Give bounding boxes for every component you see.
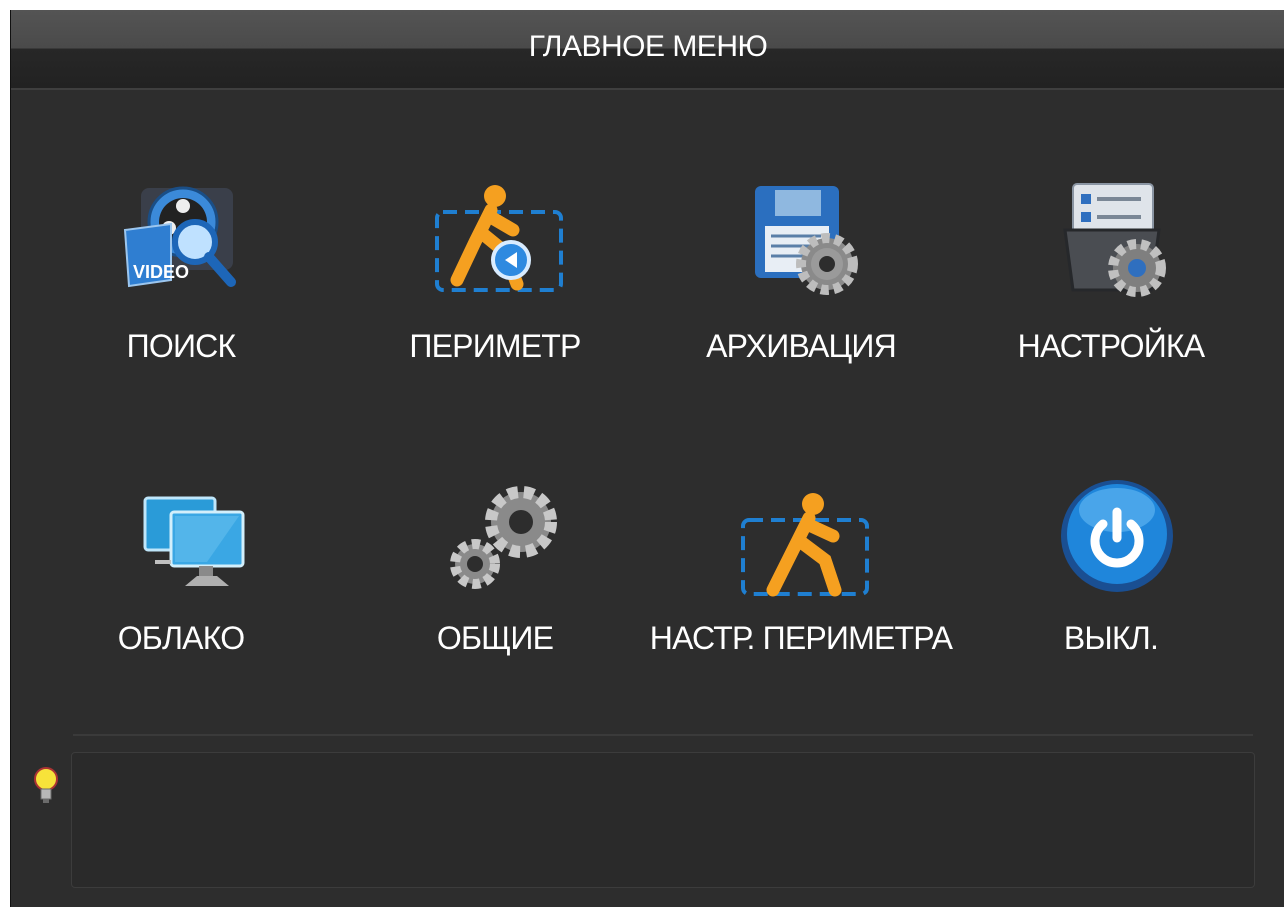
menu-item-settings[interactable]: НАСТРОЙКА [981, 180, 1241, 380]
main-menu-window: ГЛАВНОЕ МЕНЮ VIDEO ПОИСК ПЕРИМЕТР АРХИВА… [10, 10, 1284, 907]
menu-item-cloud[interactable]: ОБЛАКО [51, 472, 311, 672]
title-bar: ГЛАВНОЕ МЕНЮ [11, 10, 1284, 90]
video-search-icon: VIDEO [123, 186, 236, 288]
menu-item-backup[interactable]: АРХИВАЦИЯ [671, 180, 931, 380]
gears-icon [450, 486, 557, 589]
lightbulb-icon [34, 767, 58, 803]
menu-item-label: НАСТРОЙКА [1017, 328, 1205, 364]
menu-item-general[interactable]: ОБЩИЕ [365, 472, 625, 672]
menu-item-power-off[interactable]: ВЫКЛ. [981, 472, 1241, 672]
menu-item-label: ОБЛАКО [117, 620, 245, 656]
divider [73, 734, 1253, 736]
menu-item-label: ОБЩИЕ [436, 620, 554, 656]
menu-item-label: АРХИВАЦИЯ [706, 328, 897, 364]
network-monitors-icon [143, 496, 245, 586]
backup-disk-icon [755, 186, 858, 295]
settings-checklist-icon [1063, 183, 1166, 297]
menu-item-perimeter-settings[interactable]: НАСТР. ПЕРИМЕТРА [650, 472, 953, 672]
menu-item-label: НАСТР. ПЕРИМЕТРА [649, 620, 953, 656]
hint-box [71, 752, 1255, 888]
power-icon [1061, 480, 1173, 592]
menu-item-label: ПОИСК [126, 328, 236, 364]
perimeter-playback-icon [435, 185, 563, 292]
menu-item-label: ВЫКЛ. [1063, 620, 1159, 656]
perimeter-setup-icon [741, 493, 869, 597]
menu-item-perimeter[interactable]: ПЕРИМЕТР [365, 180, 625, 380]
window-title: ГЛАВНОЕ МЕНЮ [528, 30, 768, 63]
menu-item-label: ПЕРИМЕТР [409, 328, 581, 364]
menu-item-search[interactable]: VIDEO ПОИСК [51, 180, 311, 380]
svg-text:VIDEO: VIDEO [133, 262, 189, 282]
